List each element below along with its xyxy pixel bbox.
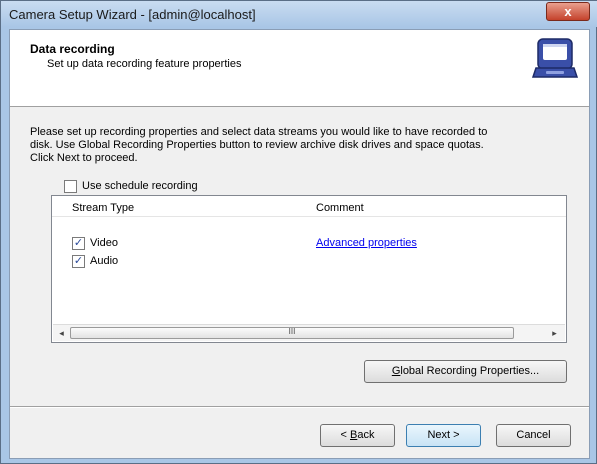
stream-type-video: Video: [90, 237, 118, 249]
window-title: Camera Setup Wizard - [admin@localhost]: [9, 7, 256, 22]
video-stream-checkbox[interactable]: ✓: [72, 237, 85, 250]
next-button[interactable]: Next >: [406, 424, 481, 447]
horizontal-scrollbar[interactable]: ◂ III ▸: [53, 324, 565, 341]
wizard-header: Data recording Set up data recording fea…: [10, 30, 589, 107]
back-button-label: ack: [357, 429, 375, 441]
back-button-prefix: <: [340, 429, 350, 441]
scroll-thumb[interactable]: III: [70, 327, 514, 339]
title-bar[interactable]: Camera Setup Wizard - [admin@localhost] …: [1, 1, 597, 27]
stream-type-audio: Audio: [90, 255, 119, 267]
schedule-recording-label[interactable]: Use schedule recording: [82, 180, 198, 192]
wizard-window: Camera Setup Wizard - [admin@localhost] …: [0, 0, 597, 464]
global-button-label: lobal Recording Properties...: [400, 365, 540, 377]
recorder-case-icon: [532, 38, 578, 78]
page-title: Data recording: [30, 42, 115, 56]
back-button[interactable]: < Back: [320, 424, 395, 447]
stream-list-panel[interactable]: Stream Type Comment ✓ Video Advanced pro…: [51, 195, 567, 343]
scroll-left-icon[interactable]: ◂: [54, 327, 69, 339]
column-header-comment[interactable]: Comment: [316, 202, 364, 214]
intro-text: Please set up recording properties and s…: [30, 126, 570, 165]
close-button[interactable]: x: [546, 2, 590, 21]
intro-line-3: Click Next to proceed.: [30, 152, 138, 164]
wizard-client-area: Data recording Set up data recording fea…: [9, 29, 590, 459]
header-separator: [52, 216, 566, 217]
advanced-properties-link[interactable]: Advanced properties: [316, 237, 417, 249]
cancel-button[interactable]: Cancel: [496, 424, 571, 447]
global-recording-properties-button[interactable]: Global Recording Properties...: [364, 360, 567, 383]
intro-line-2: disk. Use Global Recording Properties bu…: [30, 139, 484, 151]
audio-stream-checkbox[interactable]: ✓: [72, 255, 85, 268]
footer-divider: [10, 406, 589, 408]
page-subtitle: Set up data recording feature properties: [47, 58, 242, 70]
column-header-stream-type[interactable]: Stream Type: [72, 202, 134, 214]
schedule-recording-checkbox[interactable]: [64, 180, 77, 193]
scroll-grip-icon: III: [288, 327, 296, 336]
intro-line-1: Please set up recording properties and s…: [30, 126, 488, 138]
scroll-right-icon[interactable]: ▸: [547, 327, 562, 339]
